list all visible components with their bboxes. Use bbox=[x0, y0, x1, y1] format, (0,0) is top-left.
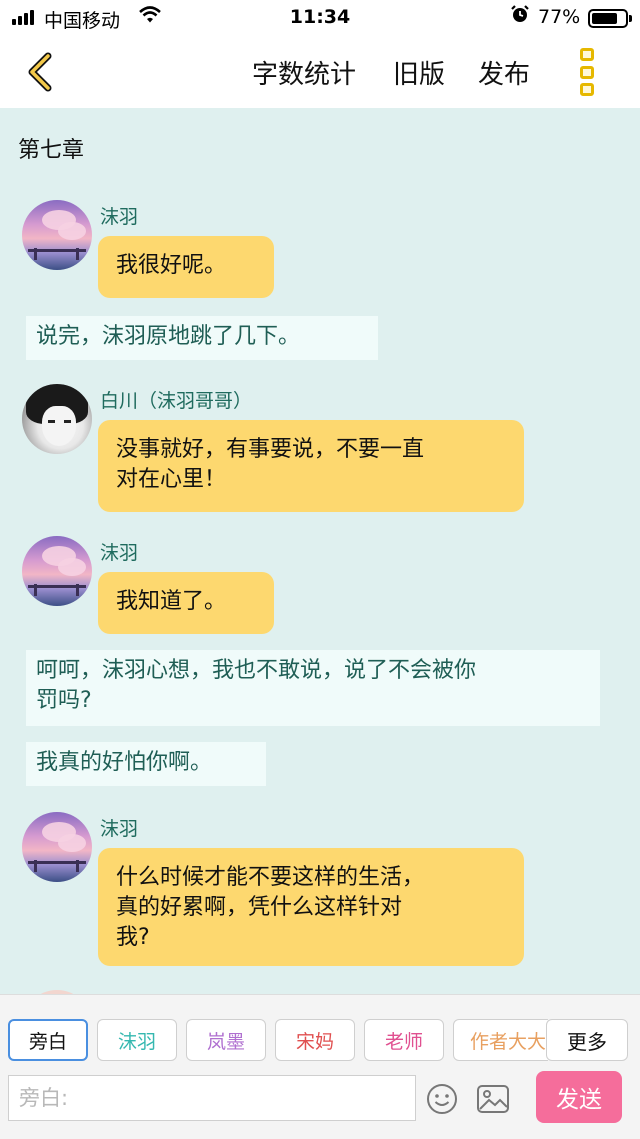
speaker-name: 沫羽 bbox=[100, 542, 139, 564]
speech-bubble[interactable]: 没事就好，有事要说，不要一直 对在心里！ bbox=[98, 420, 524, 512]
speaker-name: 白川（沫羽哥哥） bbox=[100, 390, 253, 412]
status-bar: 中国移动 11:34 77% bbox=[0, 0, 640, 36]
bubble-line: 我? bbox=[116, 925, 150, 950]
message-input[interactable] bbox=[8, 1075, 416, 1121]
more-roles-button[interactable]: 更多 bbox=[546, 1019, 628, 1061]
battery-icon bbox=[588, 9, 632, 28]
narration-line: 罚吗? bbox=[36, 688, 92, 713]
speech-bubble[interactable]: 我知道了。 bbox=[98, 572, 274, 634]
word-count-button[interactable]: 字数统计 bbox=[252, 54, 356, 91]
speech-bubble[interactable]: 我很好呢。 bbox=[98, 236, 274, 298]
chapter-title: 第七章 bbox=[18, 138, 85, 163]
top-nav: 字数统计 旧版 发布 bbox=[0, 36, 640, 108]
role-chip[interactable]: 作者大大 bbox=[453, 1019, 548, 1061]
chevron-left-icon[interactable] bbox=[22, 50, 62, 94]
role-chip[interactable]: 岚墨 bbox=[186, 1019, 266, 1061]
battery-percent: 77% bbox=[538, 6, 581, 28]
composer-panel: 旁白 沫羽 岚墨 宋妈 老师 作者大大 更多 发送 bbox=[0, 994, 640, 1139]
chapter-content: 第七章 沫羽 我很好呢。 说完，沫羽原地跳了几下。 白川（沫羽哥哥） 没事就好，… bbox=[0, 108, 640, 994]
role-chip[interactable]: 宋妈 bbox=[275, 1019, 355, 1061]
narration-line: 我真的好怕你啊。 bbox=[36, 750, 213, 775]
avatar bbox=[22, 384, 92, 454]
bubble-line: 没事就好，有事要说，不要一直 bbox=[116, 437, 425, 462]
avatar bbox=[22, 200, 92, 270]
narration-block[interactable]: 呵呵，沫羽心想，我也不敢说，说了不会被你 罚吗? bbox=[26, 650, 600, 726]
bubble-line: 什么时候才能不要这样的生活， bbox=[116, 865, 425, 890]
alarm-icon bbox=[510, 4, 530, 29]
role-chip[interactable]: 旁白 bbox=[8, 1019, 88, 1061]
publish-button[interactable]: 发布 bbox=[478, 54, 530, 91]
avatar bbox=[22, 536, 92, 606]
send-button[interactable]: 发送 bbox=[536, 1071, 622, 1123]
narration-block[interactable]: 说完，沫羽原地跳了几下。 bbox=[26, 316, 378, 360]
avatar bbox=[22, 812, 92, 882]
more-vertical-icon[interactable] bbox=[580, 48, 598, 96]
narration-line: 说完，沫羽原地跳了几下。 bbox=[36, 324, 301, 349]
bubble-line: 真的好累啊，凭什么这样针对 bbox=[116, 895, 403, 920]
role-chip[interactable]: 沫羽 bbox=[97, 1019, 177, 1061]
bubble-line: 我知道了。 bbox=[116, 589, 227, 614]
bubble-line: 我很好呢。 bbox=[116, 253, 227, 278]
role-selector: 旁白 沫羽 岚墨 宋妈 老师 作者大大 bbox=[0, 1019, 548, 1063]
role-chip[interactable]: 老师 bbox=[364, 1019, 444, 1061]
old-version-button[interactable]: 旧版 bbox=[393, 54, 445, 91]
speech-bubble[interactable]: 什么时候才能不要这样的生活， 真的好累啊，凭什么这样针对 我? bbox=[98, 848, 524, 966]
narration-block[interactable]: 我真的好怕你啊。 bbox=[26, 742, 266, 786]
narration-line: 呵呵，沫羽心想，我也不敢说，说了不会被你 bbox=[36, 658, 477, 683]
image-icon[interactable] bbox=[476, 1083, 510, 1115]
speaker-name: 沫羽 bbox=[100, 818, 139, 840]
bubble-line: 对在心里！ bbox=[116, 467, 227, 492]
speaker-name: 沫羽 bbox=[100, 206, 139, 228]
emoji-icon[interactable] bbox=[426, 1083, 458, 1115]
